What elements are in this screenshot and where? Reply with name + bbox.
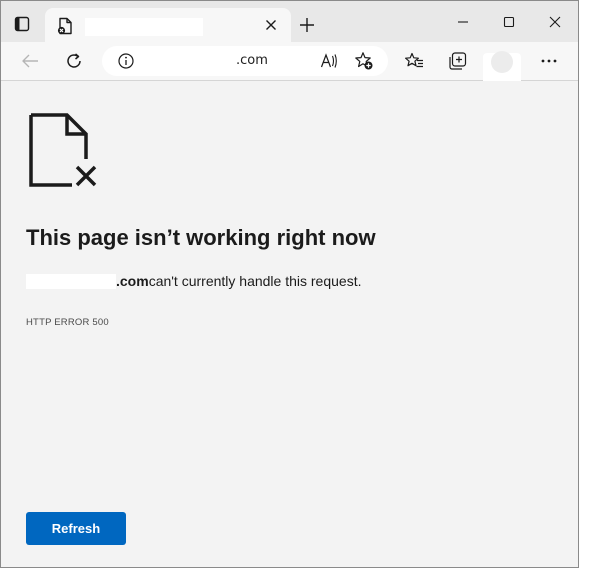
collections-icon[interactable] — [447, 50, 469, 72]
browser-tab[interactable] — [45, 8, 291, 42]
browser-toolbar: .com — [1, 42, 578, 81]
broken-document-icon — [28, 113, 100, 189]
browser-window: .com This page isn’t working right now .… — [0, 0, 579, 568]
tab-strip — [1, 1, 578, 42]
url-suffix: .com — [236, 53, 268, 68]
description-message: can't currently handle this request. — [148, 273, 362, 289]
description-host — [26, 273, 116, 289]
favorites-list-icon[interactable] — [403, 50, 425, 72]
page-title: This page isn’t working right now — [26, 225, 376, 250]
maximize-icon[interactable] — [497, 11, 521, 33]
tab-actions-icon[interactable] — [11, 13, 33, 35]
error-description: .com can't currently handle this request… — [26, 273, 361, 289]
profile-button[interactable] — [483, 51, 521, 81]
back-arrow-icon[interactable] — [19, 50, 41, 72]
refresh-icon[interactable] — [63, 50, 85, 72]
broken-page-icon — [57, 17, 73, 35]
minimize-icon[interactable] — [451, 11, 475, 33]
url-host — [146, 53, 230, 69]
error-code: HTTP ERROR 500 — [26, 317, 109, 328]
avatar — [491, 51, 513, 73]
tab-title — [85, 18, 203, 36]
page-content: This page isn’t working right now .com c… — [1, 81, 578, 567]
info-icon[interactable] — [118, 53, 134, 69]
window-close-icon[interactable] — [543, 11, 567, 33]
more-dots-icon[interactable] — [538, 50, 560, 72]
close-icon[interactable] — [263, 17, 279, 33]
address-bar[interactable]: .com — [102, 46, 388, 76]
refresh-button[interactable]: Refresh — [26, 512, 126, 545]
plus-icon[interactable] — [297, 15, 317, 35]
star-add-icon[interactable] — [354, 51, 374, 71]
read-aloud-icon[interactable] — [320, 52, 338, 70]
description-domain: .com — [116, 273, 149, 289]
